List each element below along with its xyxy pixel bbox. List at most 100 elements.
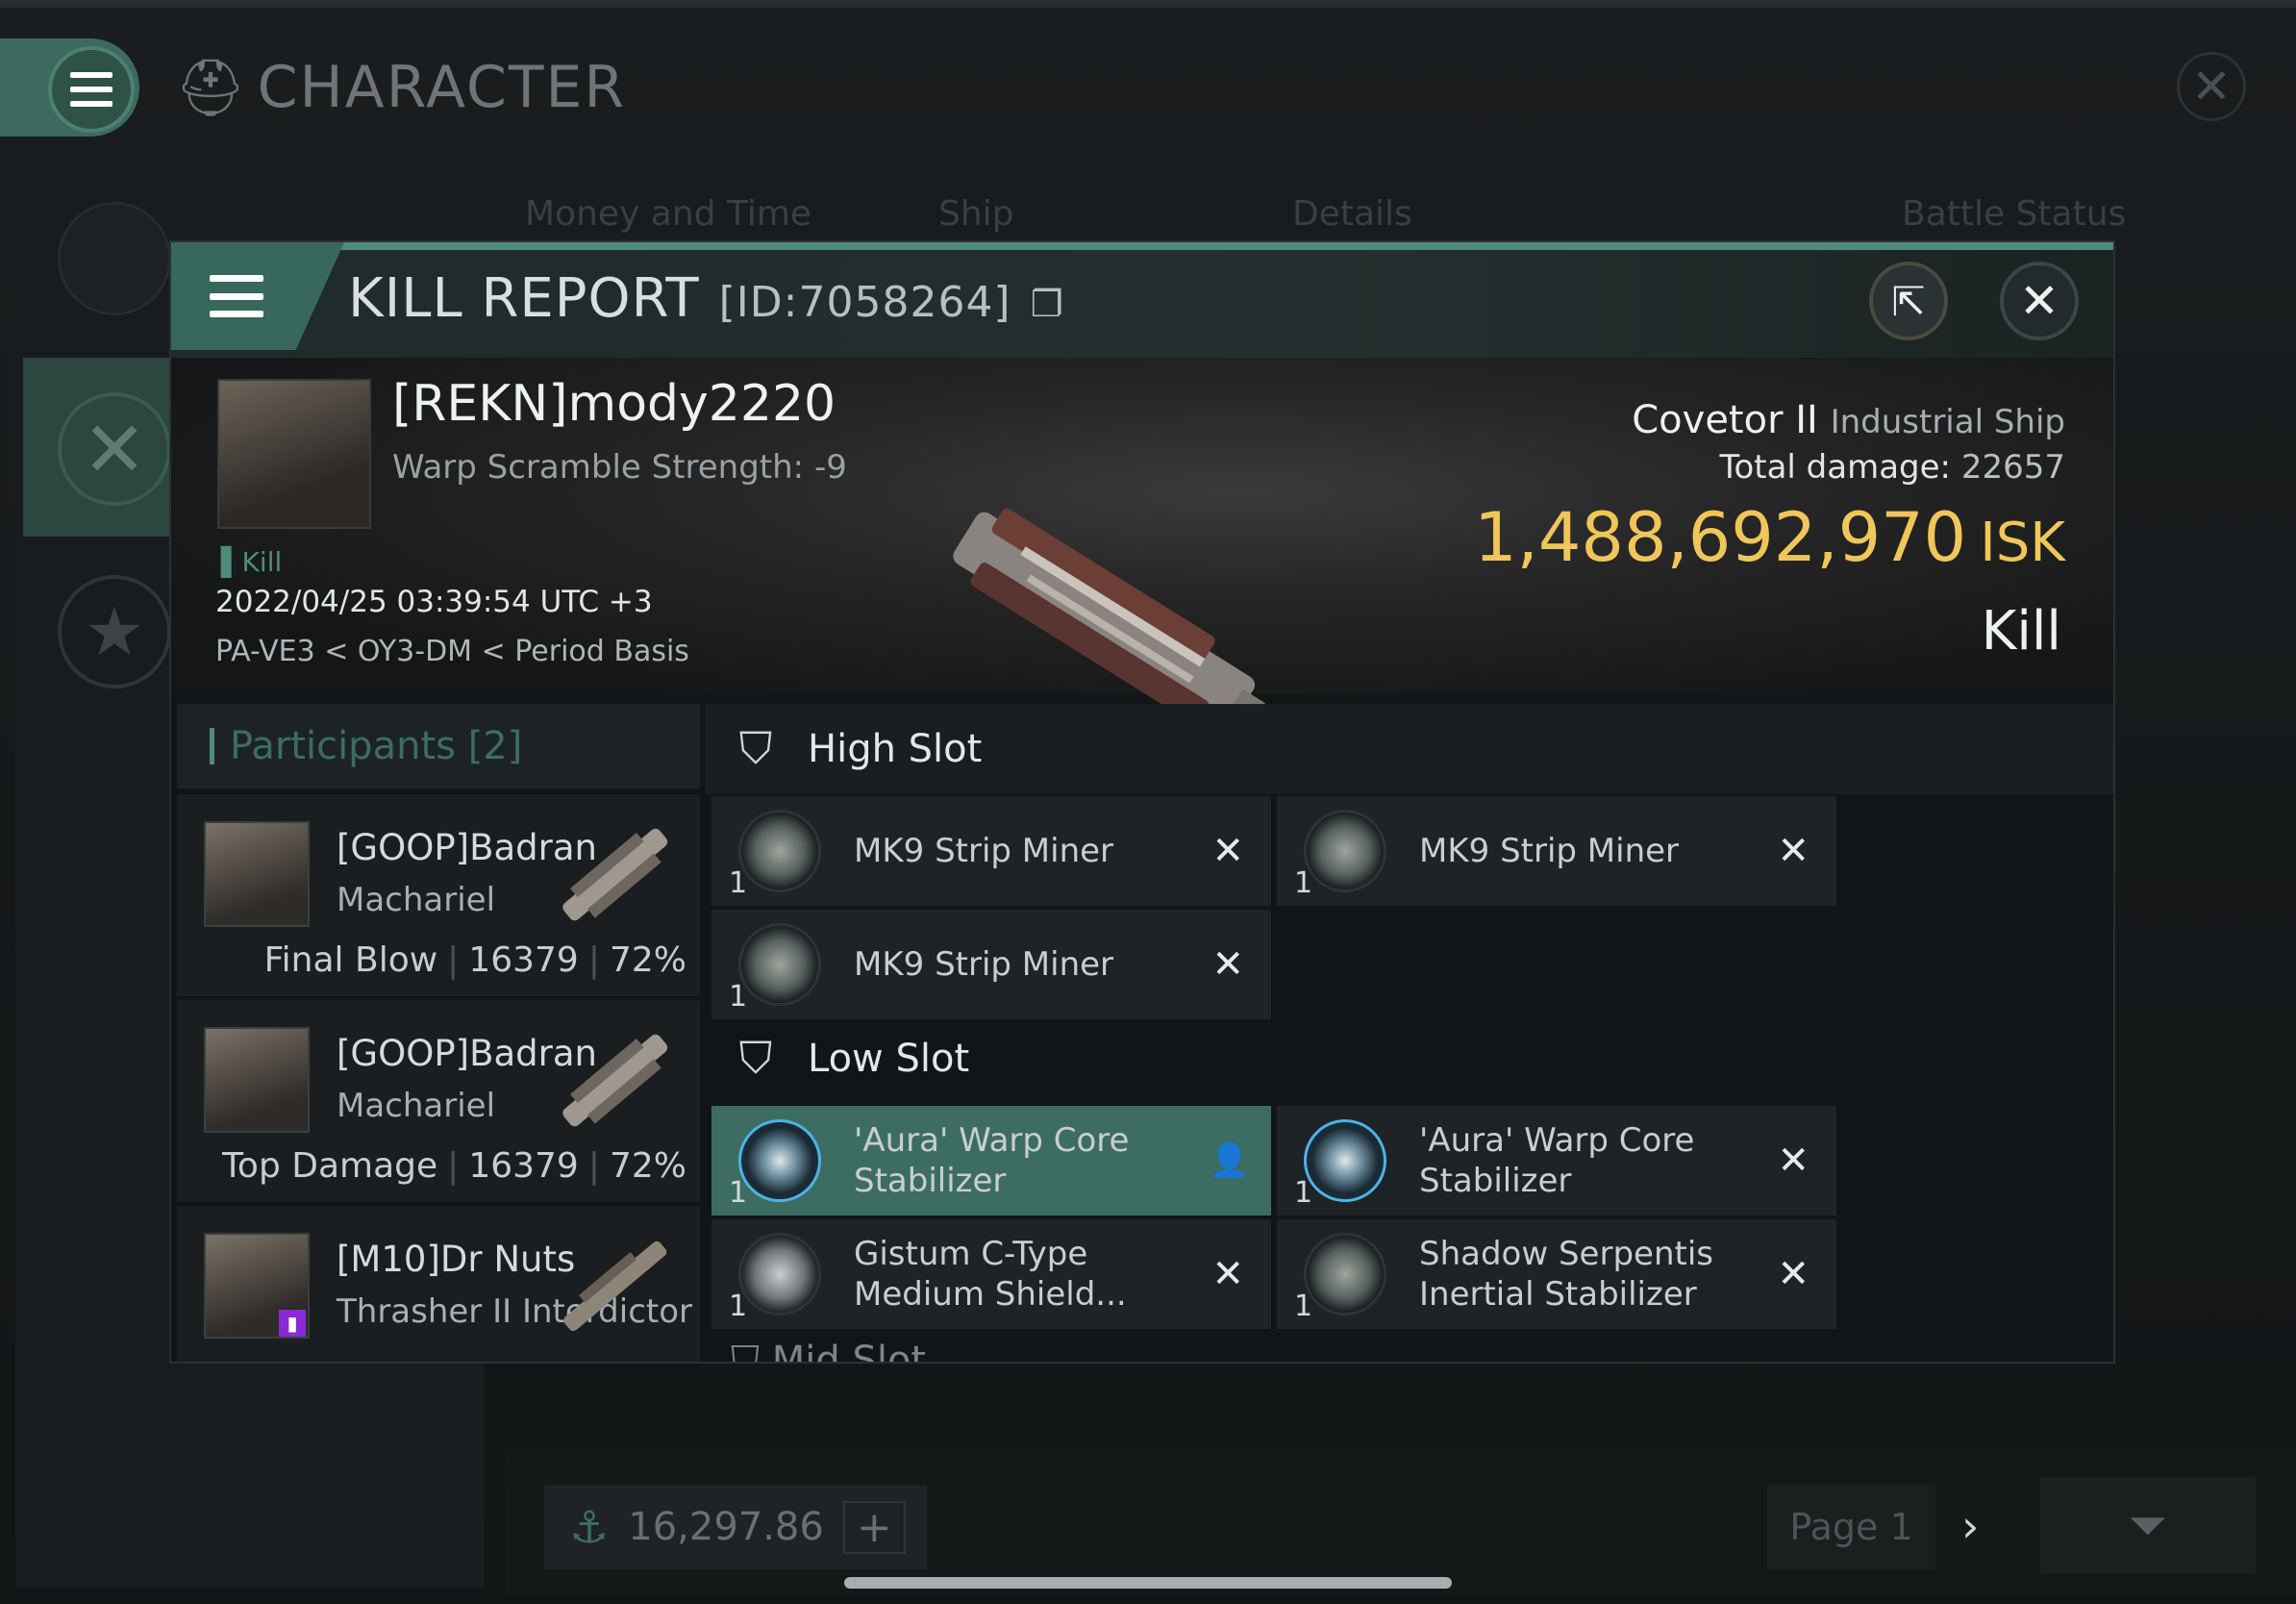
destroyed-icon: ✕ (1211, 1252, 1244, 1296)
destroyed-icon: ✕ (1777, 1139, 1809, 1183)
close-button[interactable]: ✕ (2000, 262, 2079, 340)
participant-row[interactable]: [GOOP]Badran Machariel Final Blow | 16379 |… (177, 794, 700, 996)
participant-portrait (204, 1027, 310, 1133)
person-icon: 👤 (1209, 1141, 1250, 1180)
kill-location[interactable]: PA-VE3 < OY3-DM < Period Basis (215, 635, 689, 668)
participants-count: [2] (467, 724, 523, 768)
module-name: 'Aura' Warp Core Stabilizer (854, 1121, 1130, 1200)
module-row[interactable]: 1 MK9 Strip Miner ✕ (711, 910, 1271, 1019)
wallet-icon: ⚓ (569, 1501, 610, 1553)
module-quantity: 1 (729, 980, 748, 1014)
hamburger-icon (70, 72, 112, 107)
warp-core-stabilizer-icon (1304, 1119, 1386, 1202)
module-quantity: 1 (1294, 866, 1313, 900)
module-quantity: 1 (729, 866, 748, 900)
kill-tag: ▌Kill (221, 546, 283, 578)
module-row[interactable]: 1 Shadow Serpentis Inertial Stabilizer ✕ (1277, 1219, 1836, 1329)
kill-datetime: 2022/04/25 03:39:54 UTC +3 (215, 585, 653, 619)
star-icon[interactable]: ★ (58, 575, 171, 689)
filter-icon[interactable]: ⏷ (2040, 1477, 2256, 1573)
share-button[interactable]: ⇱ (1869, 262, 1948, 340)
module-name: Gistum C-Type Medium Shield... (854, 1235, 1127, 1314)
participant-name: [M10]Dr Nuts (337, 1239, 576, 1280)
crossed-swords-icon[interactable]: ✕ (58, 392, 171, 506)
main-menu-button[interactable] (48, 46, 135, 133)
participant-ship-image (562, 1034, 668, 1127)
module-name: MK9 Strip Miner (1419, 832, 1680, 870)
module-name: MK9 Strip Miner (854, 945, 1114, 984)
horizontal-scrollbar[interactable] (844, 1577, 1452, 1589)
total-damage: Total damage: 22657 (1719, 448, 2065, 487)
side-nav-list-icon[interactable] (58, 202, 171, 315)
module-name: 'Aura' Warp Core Stabilizer (1419, 1121, 1695, 1200)
module-quantity: 1 (1294, 1176, 1313, 1210)
next-page-icon[interactable]: › (1961, 1500, 1979, 1552)
page-indicator: Page 1 (1767, 1485, 1935, 1569)
module-row[interactable]: 1 'Aura' Warp Core Stabilizer ✕ (1277, 1106, 1836, 1216)
module-quantity: 1 (1294, 1290, 1313, 1323)
module-quantity: 1 (729, 1290, 748, 1323)
kill-result: Kill (1981, 600, 2061, 663)
wallet-display: ⚓ 16,297.86 + (544, 1485, 927, 1569)
module-name: MK9 Strip Miner (854, 832, 1114, 870)
warp-core-stabilizer-icon (738, 1119, 821, 1202)
tab-ship[interactable]: Ship (938, 194, 1014, 234)
victim-portrait[interactable] (217, 379, 371, 529)
participants-header[interactable]: Participants [2] (177, 704, 700, 789)
window-close-button[interactable]: ✕ (2177, 52, 2246, 121)
isk-value: 1,488,692,970 ISK (1474, 498, 2065, 577)
warp-scramble-strength: Warp Scramble Strength: -9 (392, 448, 847, 487)
ship-name[interactable]: Covetor II Industrial Ship (1632, 398, 2065, 442)
inertial-stabilizer-icon (1304, 1233, 1386, 1316)
destroyed-icon: ✕ (1777, 829, 1809, 873)
kill-id: [ID:7058264] (718, 278, 1011, 327)
dialog-title: KILL REPORT [ID:7058264] ❐ (348, 267, 1064, 330)
module-row-selected[interactable]: 1 'Aura' Warp Core Stabilizer 👤 (711, 1106, 1271, 1216)
strip-miner-icon (738, 923, 821, 1006)
participant-stats: Top Damage | 16379 | 72% (222, 1146, 686, 1186)
participant-ship-image (563, 1241, 667, 1332)
destroyed-icon: ✕ (1211, 829, 1244, 873)
participant-ship: Machariel (337, 881, 496, 919)
module-row[interactable]: 1 Gistum C-Type Medium Shield... ✕ (711, 1219, 1271, 1329)
column-tabs: Money and Time Ship Details Battle Statu… (506, 175, 2296, 242)
participant-row[interactable]: ▮ [M10]Dr Nuts Thrasher II Interdictor (177, 1206, 700, 1362)
kill-report-dialog: KILL REPORT [ID:7058264] ❐ ⇱ ✕ [REKN]mod… (169, 240, 2115, 1364)
copy-icon[interactable]: ❐ (1031, 283, 1064, 325)
shield-extender-icon (738, 1233, 821, 1316)
participant-ship-image (562, 828, 668, 921)
participant-ship: Machariel (337, 1087, 496, 1125)
hamburger-icon (210, 275, 263, 317)
tab-battle-status[interactable]: Battle Status (1902, 194, 2126, 234)
isk-unit: ISK (1980, 512, 2065, 574)
participant-row[interactable]: [GOOP]Badran Machariel Top Damage | 16379 |… (177, 1000, 700, 1202)
tab-details[interactable]: Details (1292, 194, 1412, 234)
security-badge-icon: ▮ (279, 1310, 306, 1337)
strip-miner-icon (738, 810, 821, 892)
add-funds-button[interactable]: + (842, 1500, 906, 1554)
close-icon: ✕ (2019, 273, 2059, 329)
ship-class: Industrial Ship (1830, 403, 2065, 441)
participant-portrait (204, 821, 310, 927)
participant-stats: Final Blow | 16379 | 72% (263, 940, 686, 980)
character-icon: ⛑ (175, 54, 248, 120)
window-title: ⛑ CHARACTER (175, 54, 627, 121)
low-slot-icon: ⛉ (738, 1032, 773, 1084)
module-quantity: 1 (729, 1176, 748, 1210)
module-row[interactable]: 1 MK9 Strip Miner ✕ (711, 796, 1271, 906)
participants-panel: Participants [2] [GOOP]Badran Machariel … (177, 704, 700, 1362)
fitting-panel: ⛉ High Slot 1 MK9 Strip Miner ✕ 1 MK9 St… (706, 704, 2113, 1364)
victim-name[interactable]: [REKN]mody2220 (392, 375, 836, 433)
tab-money-and-time[interactable]: Money and Time (525, 194, 811, 234)
total-damage-value: 22657 (1960, 448, 2065, 487)
destroyed-icon: ✕ (1777, 1252, 1809, 1296)
mid-slot-header-partial: ⛉ Mid Slot (731, 1339, 927, 1364)
top-bar (0, 0, 2296, 8)
low-slot-header: ⛉ Low Slot (706, 1014, 2113, 1104)
strip-miner-icon (1304, 810, 1386, 892)
destroyed-icon: ✕ (1211, 942, 1244, 987)
external-link-icon: ⇱ (1891, 277, 1926, 325)
wallet-value: 16,297.86 (628, 1505, 824, 1549)
high-slot-icon: ⛉ (738, 722, 773, 774)
module-row[interactable]: 1 MK9 Strip Miner ✕ (1277, 796, 1836, 906)
